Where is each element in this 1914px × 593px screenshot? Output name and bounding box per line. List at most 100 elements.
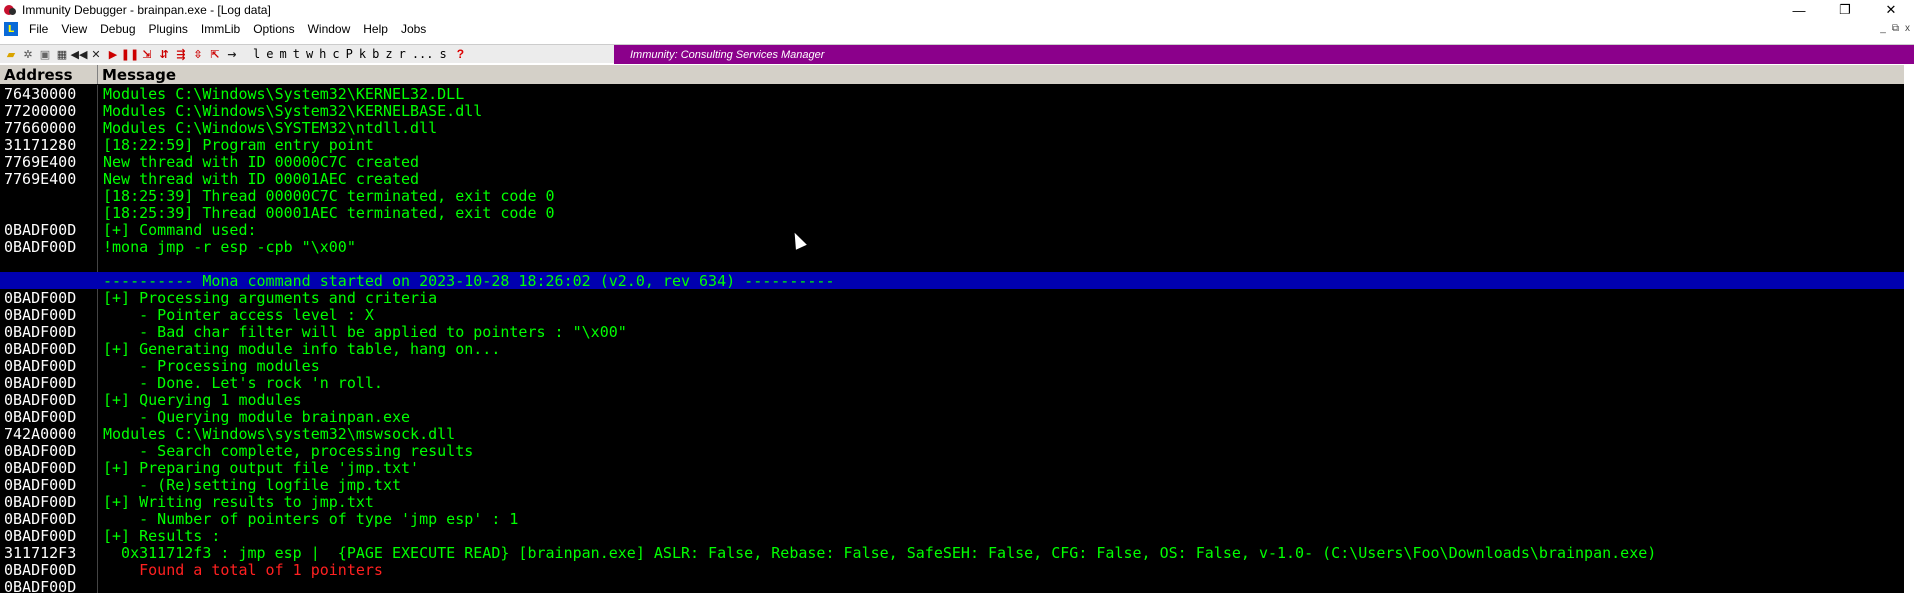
rewind-icon[interactable]: ◀◀ — [71, 47, 88, 61]
log-row[interactable]: 77200000 Modules C:\Windows\System32\KERN… — [0, 102, 1904, 119]
log-row[interactable]: 7769E400 New thread with ID 00000C7C crea… — [0, 153, 1904, 170]
menu-window[interactable]: Window — [303, 22, 359, 36]
log-row[interactable]: 0BADF00D — [0, 578, 1904, 593]
menu-plugins[interactable]: Plugins — [144, 22, 196, 36]
menu-immlib[interactable]: ImmLib — [196, 22, 248, 36]
log-header: Address Message — [0, 65, 1904, 84]
log-row[interactable]: 0BADF00D - Processing modules — [0, 357, 1904, 374]
log-rows[interactable]: 76430000 Modules C:\Windows\System32\KERN… — [0, 85, 1904, 593]
log-row[interactable]: 0BADF00D [+] Processing arguments and cri… — [0, 289, 1904, 306]
log-row[interactable]: [18:25:39] Thread 00001AEC terminated, e… — [0, 204, 1904, 221]
memory-map-button[interactable]: m — [279, 47, 286, 61]
menu-debug[interactable]: Debug — [95, 22, 143, 36]
log-row[interactable]: 0BADF00D - Number of pointers of type 'j… — [0, 510, 1904, 527]
scrollbar-strip[interactable] — [1904, 65, 1914, 593]
menu-help[interactable]: Help — [358, 22, 396, 36]
z-button[interactable]: z — [385, 47, 392, 61]
log-row[interactable]: 0BADF00D - Search complete, processing r… — [0, 442, 1904, 459]
log-row[interactable]: [18:25:39] Thread 00000C7C terminated, e… — [0, 187, 1904, 204]
log-message: - Pointer access level : X — [103, 306, 374, 323]
breakpoints-button[interactable]: b — [372, 47, 379, 61]
open-folder-icon[interactable]: ▰ — [4, 47, 18, 61]
log-message: [+] Command used: — [103, 221, 257, 238]
run-icon[interactable]: ▶ — [106, 47, 120, 61]
pause-icon[interactable]: ❚❚ — [121, 47, 139, 61]
more-button[interactable]: ... — [412, 47, 434, 61]
close-process-icon[interactable]: ▣ — [38, 47, 52, 61]
consulting-banner[interactable]: Immunity: Consulting Services Manager — [614, 45, 1914, 64]
step-into-icon[interactable]: ⇲ — [140, 47, 154, 61]
log-row[interactable]: 0BADF00D - Pointer access level : X — [0, 306, 1904, 323]
log-row[interactable]: 31171280 [18:22:59] Program entry point — [0, 136, 1904, 153]
log-message: New thread with ID 00001AEC created — [103, 170, 420, 187]
menu-bar: L File View Debug Plugins ImmLib Options… — [0, 20, 1914, 38]
log-window-button[interactable]: l — [253, 47, 260, 61]
log-message: [18:22:59] Program entry point — [103, 136, 374, 153]
log-row[interactable]: 0BADF00D - Querying module brainpan.exe — [0, 408, 1904, 425]
restart-icon[interactable]: ✲ — [21, 47, 35, 61]
call-stack-button[interactable]: k — [359, 47, 366, 61]
mdi-close-button[interactable]: x — [1905, 23, 1910, 34]
log-address: 311712F3 — [0, 544, 98, 561]
log-message: [+] Writing results to jmp.txt — [103, 493, 374, 510]
log-row[interactable]: 0BADF00D [+] Querying 1 modules — [0, 391, 1904, 408]
menu-options[interactable]: Options — [248, 22, 302, 36]
maximize-button[interactable]: ❐ — [1822, 0, 1868, 20]
menu-jobs[interactable]: Jobs — [396, 22, 434, 36]
log-address: 0BADF00D — [0, 221, 98, 238]
executable-modules-button[interactable]: e — [266, 47, 273, 61]
log-row[interactable]: 0BADF00D - Bad char filter will be appli… — [0, 323, 1904, 340]
mdi-child-icon[interactable]: L — [4, 22, 18, 36]
log-row[interactable]: 76430000 Modules C:\Windows\System32\KERN… — [0, 85, 1904, 102]
run-trace-button[interactable]: r — [399, 47, 406, 61]
log-row[interactable]: 0BADF00D Found a total of 1 pointers — [0, 561, 1904, 578]
log-row[interactable]: 0BADF00D - Done. Let's rock 'n roll. — [0, 374, 1904, 391]
log-row[interactable]: 7769E400 New thread with ID 00001AEC crea… — [0, 170, 1904, 187]
log-row[interactable]: ---------- Mona command started on 2023-… — [0, 272, 1904, 289]
log-address: 7769E400 — [0, 153, 98, 170]
menu-file[interactable]: File — [24, 22, 56, 36]
log-address — [0, 204, 98, 221]
log-address: 77660000 — [0, 119, 98, 136]
log-address: 0BADF00D — [0, 527, 98, 544]
log-row[interactable]: 742A0000 Modules C:\Windows\system32\msws… — [0, 425, 1904, 442]
log-address: 77200000 — [0, 102, 98, 119]
trace-into-icon[interactable]: ⇶ — [174, 47, 188, 61]
log-message: - Querying module brainpan.exe — [103, 408, 411, 425]
log-row[interactable]: 0BADF00D [+] Generating module info table… — [0, 340, 1904, 357]
address-column-header[interactable]: Address — [0, 65, 98, 84]
log-address: 0BADF00D — [0, 442, 98, 459]
stop-icon[interactable]: ✕ — [89, 47, 103, 61]
step-over-icon[interactable]: ⇵ — [157, 47, 171, 61]
handles-button[interactable]: h — [319, 47, 326, 61]
minimize-button[interactable]: — — [1776, 0, 1822, 20]
log-address: 0BADF00D — [0, 357, 98, 374]
menu-view[interactable]: View — [56, 22, 95, 36]
log-row[interactable]: 0BADF00D [+] Command used: — [0, 221, 1904, 238]
help-icon[interactable]: ? — [457, 47, 464, 61]
execute-till-return-icon[interactable]: ⇱ — [208, 47, 222, 61]
attach-icon[interactable]: ▦ — [55, 47, 69, 61]
windows-button[interactable]: w — [306, 47, 313, 61]
log-address: 0BADF00D — [0, 578, 98, 593]
threads-button[interactable]: t — [293, 47, 300, 61]
log-row[interactable]: 0BADF00D [+] Preparing output file 'jmp.t… — [0, 459, 1904, 476]
mdi-restore-button[interactable]: ⧉ — [1892, 23, 1899, 34]
log-row[interactable]: 77660000 Modules C:\Windows\SYSTEM32\ntdl… — [0, 119, 1904, 136]
log-address: 0BADF00D — [0, 459, 98, 476]
trace-over-icon[interactable]: ⇳ — [191, 47, 205, 61]
mdi-minimize-button[interactable]: _ — [1880, 23, 1886, 34]
log-row[interactable]: 0BADF00D - (Re)setting logfile jmp.txt — [0, 476, 1904, 493]
source-button[interactable]: s — [440, 47, 447, 61]
log-row[interactable] — [0, 255, 1904, 272]
patches-button[interactable]: P — [346, 47, 353, 61]
log-row[interactable]: 311712F3 0x311712f3 : jmp esp | {PAGE_EX… — [0, 544, 1904, 561]
log-row[interactable]: 0BADF00D [+] Writing results to jmp.txt — [0, 493, 1904, 510]
close-button[interactable]: ✕ — [1868, 0, 1914, 20]
log-row[interactable]: 0BADF00D !mona jmp -r esp -cpb "\x00" — [0, 238, 1904, 255]
message-column-header[interactable]: Message — [98, 65, 1904, 84]
go-to-icon[interactable]: → — [225, 47, 239, 61]
log-address: 0BADF00D — [0, 391, 98, 408]
log-row[interactable]: 0BADF00D [+] Results : — [0, 527, 1904, 544]
cpu-button[interactable]: c — [332, 47, 339, 61]
